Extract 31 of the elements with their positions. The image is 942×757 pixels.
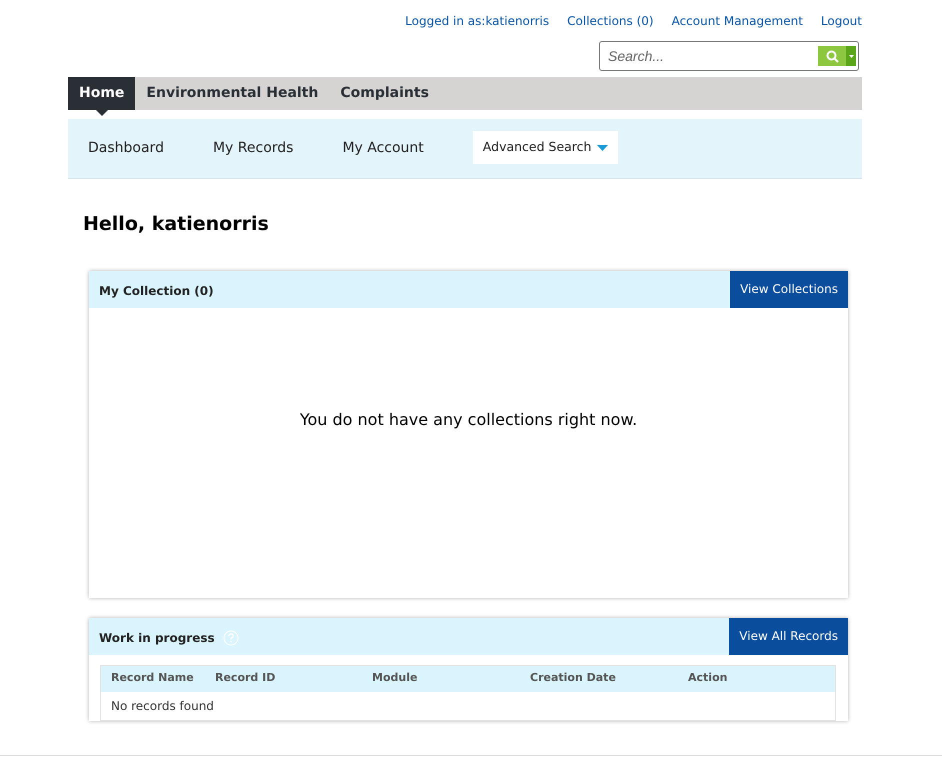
column-header: Record ID (214, 670, 276, 686)
empty-row-text: No records found (110, 698, 215, 714)
empty-message: You do not have any collections right now. (300, 408, 638, 430)
nav-tab[interactable]: Complaints (329, 77, 440, 110)
search-bar[interactable]: Search... (599, 41, 859, 71)
top-link[interactable]: Account Management (672, 12, 803, 30)
panel-button[interactable]: View Collections (730, 270, 848, 308)
search-icon (826, 50, 838, 62)
column-header: Action (687, 670, 728, 686)
caret-icon (848, 54, 854, 58)
greeting: Hello, katienorris (83, 212, 270, 237)
column-header: Creation Date (529, 670, 617, 686)
search-dropdown-button[interactable] (846, 46, 856, 66)
column-header: Module (371, 670, 418, 686)
panel-title: Work in progress (99, 630, 215, 647)
search-button[interactable] (818, 46, 846, 66)
top-link[interactable]: Collections (0) (567, 12, 654, 30)
panel-button[interactable]: View All Records (729, 618, 848, 654)
panel-title: My Collection (0) (99, 283, 214, 300)
top-link[interactable]: Logout (820, 12, 862, 30)
nav-tab[interactable]: Home (68, 77, 136, 110)
caret-icon (597, 144, 608, 150)
nav-link[interactable]: My Account (342, 138, 424, 159)
column-header: Record Name (110, 670, 195, 686)
login-status: Logged in as:katienorris (405, 13, 550, 30)
active-tab-pointer (96, 110, 108, 116)
nav-link[interactable]: My Records (212, 138, 294, 159)
advanced-search-dropdown[interactable]: Advanced Search (472, 131, 618, 164)
nav-link[interactable]: Dashboard (88, 138, 164, 159)
nav-tab[interactable]: Environmental Health (135, 77, 330, 110)
help-icon[interactable] (222, 630, 239, 646)
